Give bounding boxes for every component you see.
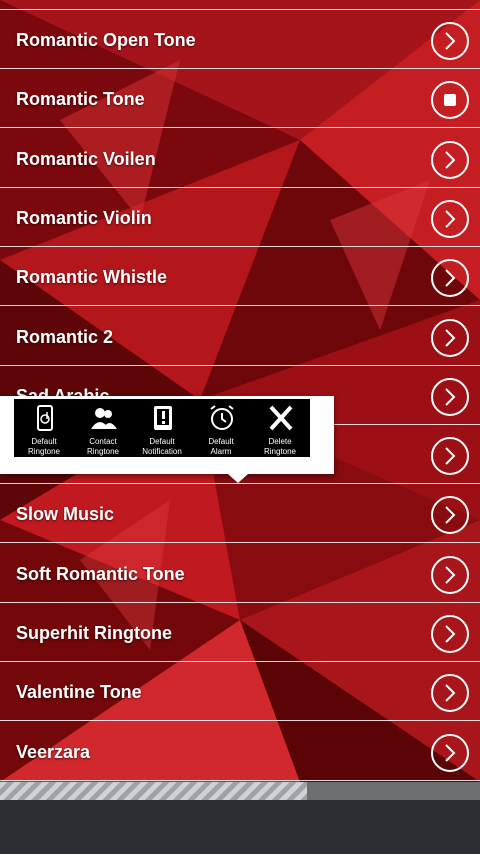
popup-option-label: Default Notification — [142, 437, 182, 456]
chevron-right-icon — [445, 684, 456, 703]
play-button[interactable] — [431, 140, 469, 179]
list-item[interactable]: Romantic Voilen — [0, 130, 480, 188]
ringtone-name: Romantic Open Tone — [16, 30, 196, 50]
ringtone-name: Superhit Ringtone — [16, 623, 172, 643]
stop-button[interactable] — [431, 81, 469, 120]
list-item[interactable]: Romantic Open Tone — [0, 11, 480, 69]
chevron-right-icon — [445, 506, 456, 525]
ringtone-name: Romantic Whistle — [16, 267, 168, 288]
chevron-right-icon — [445, 210, 456, 228]
list-item[interactable]: Valentine Tone — [0, 663, 480, 722]
ringtone-name: Romantic Violin — [16, 207, 152, 228]
play-button[interactable] — [431, 615, 469, 653]
play-button[interactable] — [431, 22, 469, 60]
popup-option-delete-ringtone[interactable]: Delete Ringtone — [250, 399, 310, 457]
play-button[interactable] — [431, 318, 469, 357]
popup-option-default-ringtone[interactable]: Default Ringtone — [14, 399, 74, 457]
play-button[interactable] — [431, 733, 469, 772]
ringtone-name: Romantic Tone — [16, 89, 145, 110]
play-button[interactable] — [431, 496, 469, 535]
ringtone-options-popup: Default Ringtone Contact Ringtone Default Not… — [0, 396, 334, 483]
playback-progress-bar[interactable] — [0, 782, 480, 800]
popup-action-bar: Default Ringtone Contact Ringtone Default Not… — [14, 399, 310, 457]
list-item[interactable]: Romantic Violin — [0, 189, 480, 247]
chevron-right-icon — [445, 269, 456, 287]
ringtone-name: Veerzara — [16, 741, 91, 762]
playback-progress-fill — [0, 782, 308, 800]
chevron-right-icon — [445, 625, 456, 643]
chevron-right-icon — [445, 32, 456, 50]
list-item[interactable]: Romantic 2 — [0, 308, 480, 366]
chevron-right-icon — [445, 447, 456, 465]
chevron-right-icon — [445, 743, 456, 762]
chevron-right-icon — [445, 388, 456, 406]
list-item[interactable]: Superhit Ringtone — [0, 604, 480, 662]
list-item[interactable]: Soft Romantic Tone — [0, 545, 480, 603]
alarm-clock-icon — [210, 405, 234, 430]
list-item[interactable]: Romantic Tone — [0, 70, 480, 129]
popup-option-default-notification[interactable]: Default Notification — [132, 399, 192, 457]
stop-icon — [444, 94, 456, 107]
list-item[interactable]: Romantic Whistle — [0, 248, 480, 307]
ringtone-name: Soft Romantic Tone — [16, 563, 185, 584]
list-item[interactable]: Veerzara — [0, 723, 480, 781]
popup-option-label: Contact Ringtone — [86, 437, 120, 456]
popup-option-label: Default Ringtone — [27, 437, 61, 456]
popup-option-label: Delete Ringtone — [263, 437, 297, 456]
contacts-icon — [91, 408, 117, 429]
notification-icon — [154, 406, 172, 430]
popup-option-contact-ringtone[interactable]: Contact Ringtone — [73, 399, 133, 457]
ringtone-name: Romantic Voilen — [16, 148, 156, 169]
phone-music-icon — [37, 405, 53, 431]
delete-x-icon — [269, 405, 293, 431]
play-button[interactable] — [431, 555, 469, 594]
chevron-right-icon — [445, 328, 456, 347]
popup-option-label: Default Alarm — [208, 437, 234, 456]
play-button[interactable] — [431, 199, 469, 238]
bottom-bar — [0, 800, 480, 854]
chevron-right-icon — [445, 150, 456, 169]
list-item[interactable]: Slow Music — [0, 485, 480, 544]
chevron-right-icon — [445, 565, 456, 584]
play-button[interactable] — [431, 437, 469, 476]
play-button[interactable] — [431, 674, 469, 713]
ringtone-name: Romantic 2 — [16, 326, 114, 347]
popup-option-default-alarm[interactable]: Default Alarm — [191, 399, 251, 457]
ringtone-name: Slow Music — [16, 504, 115, 525]
list-top-divider — [0, 9, 480, 10]
ringtone-name: Valentine Tone — [16, 682, 142, 703]
popup-pointer-arrow — [228, 474, 248, 483]
play-button[interactable] — [431, 377, 469, 416]
play-button[interactable] — [431, 259, 469, 298]
